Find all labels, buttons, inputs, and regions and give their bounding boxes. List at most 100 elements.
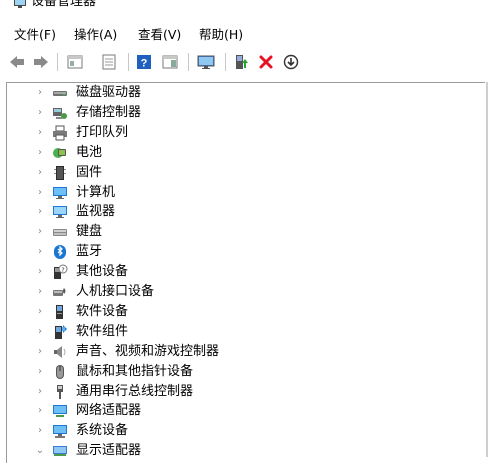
toolbar-separator — [57, 53, 58, 71]
chevron-right-icon[interactable]: › — [35, 405, 45, 417]
storage-controller-icon — [52, 105, 68, 121]
toolbar: ? — [0, 49, 500, 75]
tree-item-sound[interactable]: › 声音、视频和游戏控制器 — [7, 342, 477, 362]
tree-item-label: 网络适配器 — [76, 403, 142, 419]
svg-text:?: ? — [141, 58, 148, 70]
tree-item-network-adapter[interactable]: › 网络适配器 — [7, 401, 477, 421]
chevron-right-icon[interactable]: › — [35, 187, 45, 199]
bluetooth-icon — [52, 244, 68, 260]
monitor-icon — [52, 204, 68, 220]
chevron-right-icon[interactable]: › — [35, 107, 45, 119]
chevron-right-icon[interactable]: › — [35, 306, 45, 318]
tree-item-mouse[interactable]: › 鼠标和其他指针设备 — [7, 362, 477, 382]
forward-icon[interactable] — [30, 51, 52, 73]
menu-bar: 文件(F) 操作(A) 查看(V) 帮助(H) — [0, 24, 500, 46]
chevron-right-icon[interactable]: › — [35, 286, 45, 298]
window-title: 设备管理器 — [31, 0, 97, 9]
hid-icon — [52, 284, 68, 300]
menu-action[interactable]: 操作(A) — [74, 24, 117, 46]
printer-icon — [52, 125, 68, 141]
menu-file[interactable]: 文件(F) — [14, 24, 56, 46]
device-tree: › 磁盘驱动器 › 存储控制器 › 打印队列 › 电池 › 固件 › 计算机 › 监视器 › 键盘 › 蓝牙 ›? 其… — [6, 82, 485, 463]
toolbar-separator — [225, 53, 226, 71]
keyboard-icon — [52, 224, 68, 240]
tree-item-software-device[interactable]: › 软件设备 — [7, 302, 477, 322]
tree-item-label: 电池 — [76, 144, 103, 160]
chevron-right-icon[interactable]: › — [35, 167, 45, 179]
tree-item-other-devices[interactable]: ›? 其他设备 — [7, 262, 477, 282]
software-device-icon — [52, 304, 68, 320]
tree-item-hid[interactable]: › 人机接口设备 — [7, 282, 477, 302]
menu-help[interactable]: 帮助(H) — [199, 24, 243, 46]
tree-item-label: 监视器 — [76, 204, 116, 220]
tree-item-firmware[interactable]: › 固件 — [7, 163, 477, 183]
sound-icon — [52, 344, 68, 360]
update-driver-icon[interactable] — [230, 51, 252, 73]
chevron-right-icon[interactable]: › — [35, 346, 45, 358]
system-devices-icon — [52, 423, 68, 439]
software-component-icon — [52, 324, 68, 340]
battery-icon — [52, 145, 68, 161]
chevron-right-icon[interactable]: › — [35, 127, 45, 139]
tree-item-label: 通用串行总线控制器 — [76, 383, 194, 399]
back-icon[interactable] — [6, 51, 28, 73]
tree-item-label: 固件 — [76, 164, 103, 180]
chevron-right-icon[interactable]: › — [35, 386, 45, 398]
chevron-right-icon[interactable]: › — [35, 326, 45, 338]
tree-item-disk-drive[interactable]: › 磁盘驱动器 — [7, 83, 477, 103]
chevron-right-icon[interactable]: › — [35, 226, 45, 238]
disable-device-icon[interactable] — [280, 51, 302, 73]
network-adapter-icon — [52, 403, 68, 419]
disk-drive-icon — [52, 85, 68, 101]
chevron-right-icon[interactable]: › — [35, 366, 45, 378]
chevron-down-icon[interactable]: ⌄ — [35, 445, 45, 457]
tree-item-label: 系统设备 — [76, 423, 129, 439]
tree-item-battery[interactable]: › 电池 — [7, 143, 477, 163]
mouse-icon — [52, 364, 68, 380]
properties-icon[interactable] — [98, 51, 120, 73]
chevron-right-icon[interactable]: › — [35, 266, 45, 278]
chevron-right-icon[interactable]: › — [35, 206, 45, 218]
firmware-icon — [52, 165, 68, 181]
chevron-right-icon[interactable]: › — [35, 425, 45, 437]
toolbar-separator — [128, 53, 129, 71]
tree-item-bluetooth[interactable]: › 蓝牙 — [7, 242, 477, 262]
tree-item-storage-controller[interactable]: › 存储控制器 — [7, 103, 477, 123]
tree-item-label: 打印队列 — [76, 124, 129, 140]
tree-item-software-component[interactable]: › 软件组件 — [7, 322, 477, 342]
tree-item-display-adapter[interactable]: ⌄ 显示适配器 — [7, 441, 477, 461]
chevron-right-icon[interactable]: › — [35, 87, 45, 99]
title-bar: 设备管理器 — [0, 0, 500, 18]
uninstall-device-icon[interactable] — [255, 51, 277, 73]
tree-item-monitor[interactable]: › 监视器 — [7, 202, 477, 222]
chevron-right-icon[interactable]: › — [35, 147, 45, 159]
tree-item-label: 存储控制器 — [76, 104, 142, 120]
help-icon[interactable]: ? — [133, 51, 155, 73]
tree-item-usb[interactable]: › 通用串行总线控制器 — [7, 382, 477, 402]
tree-item-label: 软件组件 — [76, 323, 129, 339]
usb-icon — [52, 384, 68, 400]
menu-view[interactable]: 查看(V) — [138, 24, 181, 46]
tree-item-label: 蓝牙 — [76, 244, 103, 260]
tree-item-label: 软件设备 — [76, 303, 129, 319]
tree-item-label: 计算机 — [76, 184, 116, 200]
tree-item-keyboard[interactable]: › 键盘 — [7, 222, 477, 242]
tree-item-label: 显示适配器 — [76, 443, 142, 459]
tree-item-printer[interactable]: › 打印队列 — [7, 123, 477, 143]
show-hide-console-tree-icon[interactable] — [64, 51, 86, 73]
chevron-right-icon[interactable]: › — [35, 246, 45, 258]
action-pane-icon[interactable] — [159, 51, 181, 73]
tree-item-computer[interactable]: › 计算机 — [7, 183, 477, 203]
tree-item-label: 其他设备 — [76, 264, 129, 280]
toolbar-separator — [188, 53, 189, 71]
tree-item-label: 磁盘驱动器 — [76, 85, 142, 100]
svg-text:?: ? — [61, 267, 64, 274]
tree-item-system-devices[interactable]: › 系统设备 — [7, 421, 477, 441]
computer-icon — [52, 185, 68, 201]
monitor-icon[interactable] — [194, 51, 216, 73]
device-manager-app-icon — [13, 0, 27, 9]
tree-item-label: 人机接口设备 — [76, 284, 155, 299]
other-devices-icon: ? — [52, 264, 68, 280]
vertical-scrollbar[interactable] — [486, 82, 488, 457]
tree-item-label: 鼠标和其他指针设备 — [76, 363, 194, 379]
